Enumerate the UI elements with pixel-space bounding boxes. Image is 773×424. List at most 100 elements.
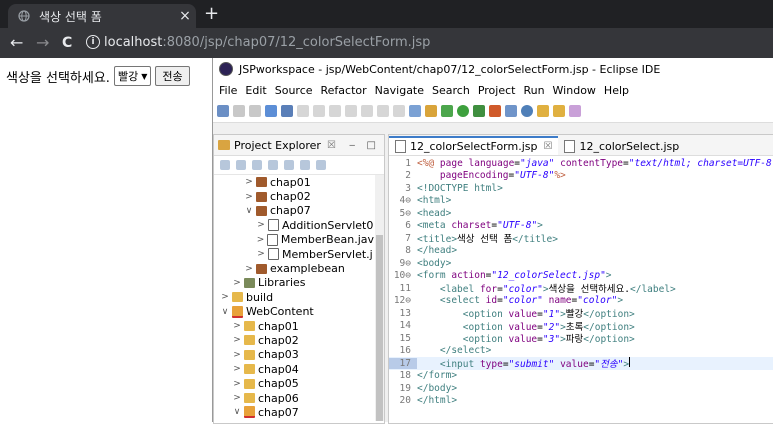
menu-window[interactable]: Window	[553, 84, 596, 97]
step-over-icon[interactable]	[377, 105, 389, 117]
menu-source[interactable]: Source	[275, 84, 313, 97]
tree-item[interactable]: > chap05	[214, 376, 374, 390]
tab-title: 색상 선택 폼	[39, 9, 102, 24]
tree-item[interactable]: > AdditionServlet0	[214, 218, 374, 232]
expand-arrow-icon[interactable]: >	[232, 364, 242, 374]
run-icon[interactable]	[457, 105, 469, 117]
new-java-class-icon[interactable]	[521, 105, 533, 117]
collapse-all-icon[interactable]	[268, 160, 278, 170]
editor-tab[interactable]: 12_colorSelectForm.jsp ☒	[389, 136, 559, 155]
link-editor-icon[interactable]	[284, 160, 294, 170]
search-icon[interactable]	[569, 105, 581, 117]
tab-close-icon[interactable]: ×	[174, 8, 196, 24]
reload-icon[interactable]: C	[62, 33, 72, 53]
menu-project[interactable]: Project	[478, 84, 516, 97]
tools-icon[interactable]	[425, 105, 437, 117]
tree-item[interactable]: > chap01	[214, 319, 374, 333]
menu-run[interactable]: Run	[523, 84, 544, 97]
collapse-arrow-icon[interactable]: ∨	[220, 307, 230, 317]
tree-item[interactable]: > chap04	[214, 362, 374, 376]
disconnect-icon[interactable]	[345, 105, 357, 117]
tree-item[interactable]: ∨ WebContent	[214, 305, 374, 319]
editor-tab[interactable]: 12_colorSelect.jsp	[558, 137, 685, 155]
info-icon[interactable]: i	[86, 35, 100, 49]
tree-item[interactable]: > build	[214, 290, 374, 304]
expand-arrow-icon[interactable]: >	[232, 278, 242, 288]
tree-item[interactable]: > Libraries	[214, 276, 374, 290]
expand-arrow-icon[interactable]: >	[256, 220, 266, 230]
project-explorer-toolbar	[214, 156, 384, 175]
skip-breakpoints-icon[interactable]	[281, 105, 293, 117]
expand-arrow-icon[interactable]: >	[232, 321, 242, 331]
menu-refactor[interactable]: Refactor	[321, 84, 367, 97]
menu-navigate[interactable]: Navigate	[375, 84, 424, 97]
minimize-maximize-icon[interactable]: ‒ □	[349, 140, 380, 151]
tree-item[interactable]: ∨ chap07	[214, 204, 374, 218]
debug-icon[interactable]	[441, 105, 453, 117]
save-all-icon[interactable]	[249, 105, 261, 117]
tree-item[interactable]: > examplebean	[214, 261, 374, 275]
project-tree: > chap01 > chap02 ∨ chap07 > AdditionServlet0 > M…	[214, 175, 374, 420]
step-return-icon[interactable]	[393, 105, 405, 117]
view-menu-icon[interactable]	[316, 160, 326, 170]
tree-item[interactable]: > MemberBean.jav	[214, 233, 374, 247]
tree-item[interactable]: > MemberServlet.j	[214, 247, 374, 261]
expand-arrow-icon[interactable]: >	[256, 249, 266, 259]
tree-item[interactable]: > chap02	[214, 333, 374, 347]
new-icon[interactable]	[217, 105, 229, 117]
submit-button[interactable]: 전송	[155, 66, 190, 86]
open-task-icon[interactable]	[553, 105, 565, 117]
expand-arrow-icon[interactable]: >	[244, 192, 254, 202]
menu-file[interactable]: File	[219, 84, 237, 97]
folder-icon	[244, 378, 255, 389]
resume-icon[interactable]	[297, 105, 309, 117]
forward-icon[interactable]	[236, 160, 246, 170]
back-icon[interactable]	[220, 160, 230, 170]
step-into-icon[interactable]	[361, 105, 373, 117]
home-icon[interactable]	[252, 160, 262, 170]
new-java-package-icon[interactable]	[505, 105, 517, 117]
code-area[interactable]: 1 <%@ page language="java" contentType="t…	[389, 157, 773, 407]
filter-icon[interactable]	[300, 160, 310, 170]
open-type-icon[interactable]	[537, 105, 549, 117]
expand-arrow-icon[interactable]: >	[232, 379, 242, 389]
tree-item[interactable]: ∨ chap07	[214, 405, 374, 419]
close-icon[interactable]: ☒	[544, 141, 553, 152]
color-select[interactable]: 빨강 ▼	[113, 66, 152, 86]
tree-item-label: chap05	[258, 377, 299, 391]
suspend-icon[interactable]	[313, 105, 325, 117]
browser-tab[interactable]: 색상 선택 폼 ×	[8, 4, 196, 28]
external-tools-icon[interactable]	[489, 105, 501, 117]
expand-arrow-icon[interactable]: >	[232, 393, 242, 403]
expand-arrow-icon[interactable]: >	[256, 235, 265, 245]
collapse-arrow-icon[interactable]: ∨	[244, 206, 254, 216]
forward-arrow-icon[interactable]: →	[36, 33, 49, 53]
address-bar[interactable]: localhost:8080/jsp/chap07/12_colorSelect…	[104, 34, 430, 50]
scrollbar-thumb[interactable]	[376, 235, 383, 421]
back-arrow-icon[interactable]: ←	[10, 33, 23, 53]
menu-edit[interactable]: Edit	[245, 84, 266, 97]
menu-help[interactable]: Help	[604, 84, 629, 97]
tree-item[interactable]: > chap02	[214, 189, 374, 203]
new-tab-button[interactable]: +	[204, 4, 219, 24]
expand-arrow-icon[interactable]: >	[244, 177, 254, 187]
coverage-icon[interactable]	[473, 105, 485, 117]
close-icon[interactable]: ☒	[327, 140, 336, 151]
save-icon[interactable]	[233, 105, 245, 117]
tree-item[interactable]: > chap03	[214, 348, 374, 362]
expand-arrow-icon[interactable]: >	[220, 292, 230, 302]
terminate-icon[interactable]	[329, 105, 341, 117]
code-text: <input type="submit" value="전송">	[439, 357, 631, 371]
expand-arrow-icon[interactable]: >	[244, 264, 254, 274]
expand-arrow-icon[interactable]: >	[232, 335, 242, 345]
project-explorer-scrollbar[interactable]	[375, 175, 384, 421]
console-icon[interactable]	[265, 105, 277, 117]
collapse-arrow-icon[interactable]: ∨	[232, 407, 242, 417]
open-perspective-icon[interactable]	[409, 105, 421, 117]
expand-arrow-icon[interactable]: >	[232, 350, 242, 360]
tree-item[interactable]: > chap06	[214, 391, 374, 405]
menu-search[interactable]: Search	[432, 84, 470, 97]
project-explorer-title[interactable]: Project Explorer	[234, 139, 321, 152]
tree-item[interactable]: > chap01	[214, 175, 374, 189]
eclipse-window: JSPworkspace - jsp/WebContent/chap07/12_…	[212, 58, 773, 424]
